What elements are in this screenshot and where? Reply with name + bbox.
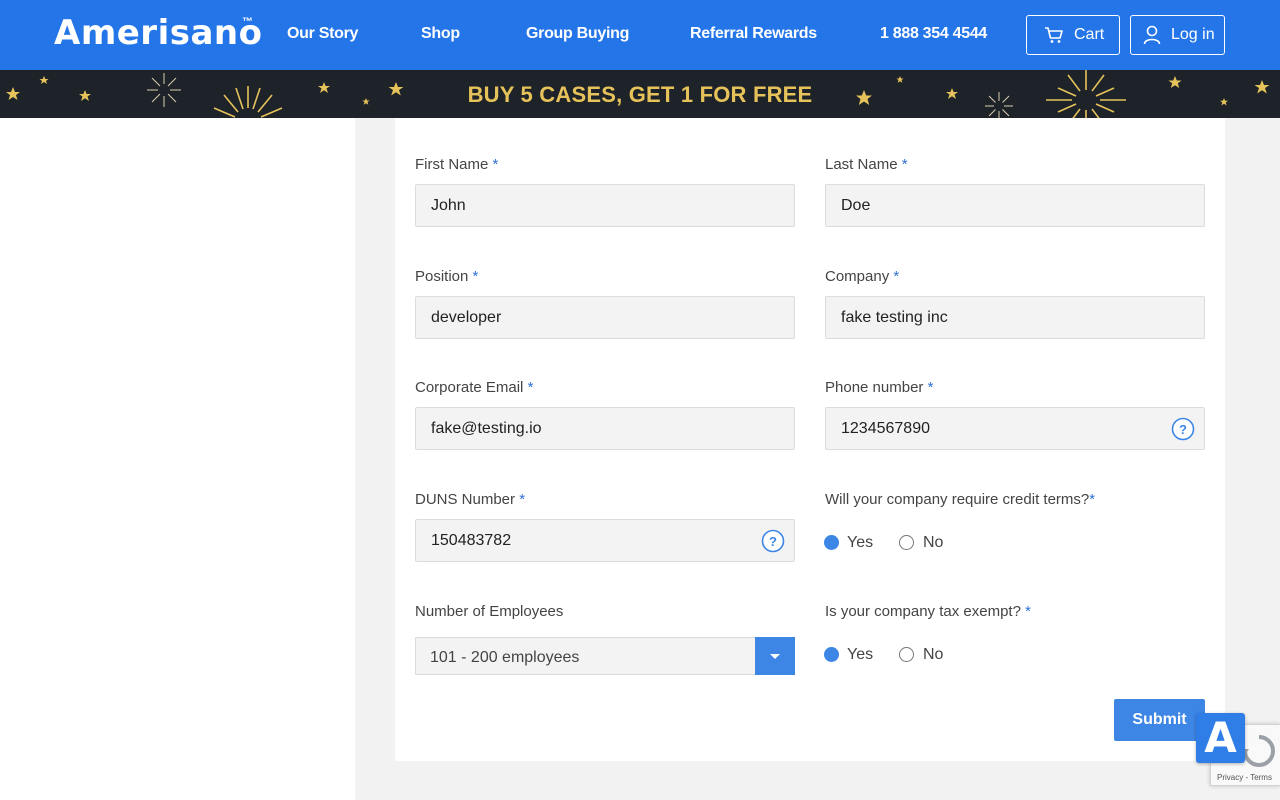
cart-button[interactable]: Cart [1026, 15, 1120, 55]
recaptcha-icon [1241, 735, 1275, 767]
tax-exempt-label: Is your company tax exempt? * [825, 603, 1031, 620]
duns-label: DUNS Number * [415, 491, 526, 508]
nav-our-story[interactable]: Our Story [287, 25, 358, 43]
company-label: Company * [825, 268, 900, 285]
position-label: Position * [415, 268, 479, 285]
employees-select[interactable]: 101 - 200 employees [415, 637, 795, 675]
employees-label: Number of Employees [415, 603, 564, 620]
user-icon [1143, 25, 1161, 45]
first-name-input[interactable] [415, 184, 795, 227]
promo-text: BUY 5 CASES, GET 1 FOR FREE [467, 82, 813, 107]
credit-terms-no-radio[interactable] [899, 535, 914, 550]
cart-label: Cart [1074, 26, 1105, 43]
logo-trademark: ™ [242, 16, 253, 28]
position-input[interactable] [415, 296, 795, 339]
recaptcha-privacy-terms[interactable]: Privacy - Terms [1217, 773, 1272, 782]
email-input[interactable] [415, 407, 795, 450]
email-label: Corporate Email * [415, 379, 534, 396]
svg-text:?: ? [1179, 422, 1187, 437]
credit-terms-yes-label[interactable]: Yes [847, 534, 873, 552]
credit-terms-no-label[interactable]: No [923, 534, 943, 552]
login-label: Log in [1171, 26, 1215, 43]
nav-shop[interactable]: Shop [421, 25, 460, 43]
site-logo[interactable]: Amerisano [54, 13, 262, 53]
first-name-label: First Name * [415, 156, 499, 173]
login-button[interactable]: Log in [1130, 15, 1225, 55]
accessibility-widget-button[interactable]: A [1196, 713, 1245, 763]
tax-exempt-no-radio[interactable] [899, 647, 914, 662]
employees-selected-value: 101 - 200 employees [430, 649, 580, 666]
dropdown-toggle[interactable] [755, 637, 795, 675]
phone-input[interactable] [825, 407, 1205, 450]
phone-label: Phone number * [825, 379, 934, 396]
credit-terms-label: Will your company require credit terms?* [825, 491, 1096, 508]
site-header: Amerisano ™ Our Story Shop Group Buying … [0, 0, 1280, 70]
duns-help-icon[interactable]: ? [761, 529, 785, 553]
chevron-down-icon [770, 654, 780, 659]
nav-phone-number[interactable]: 1 888 354 4544 [880, 25, 987, 43]
nav-referral-rewards[interactable]: Referral Rewards [690, 25, 817, 43]
nav-group-buying[interactable]: Group Buying [526, 25, 629, 43]
last-name-input[interactable] [825, 184, 1205, 227]
cart-icon [1044, 26, 1064, 44]
company-input[interactable] [825, 296, 1205, 339]
tax-exempt-yes-label[interactable]: Yes [847, 646, 873, 664]
svg-text:?: ? [769, 534, 777, 549]
credit-terms-yes-radio[interactable] [824, 535, 839, 550]
submit-button[interactable]: Submit [1114, 699, 1205, 741]
duns-input[interactable] [415, 519, 795, 562]
tax-exempt-no-label[interactable]: No [923, 646, 943, 664]
promo-banner[interactable]: BUY 5 CASES, GET 1 FOR FREE [0, 70, 1280, 118]
tax-exempt-yes-radio[interactable] [824, 647, 839, 662]
last-name-label: Last Name * [825, 156, 908, 173]
phone-help-icon[interactable]: ? [1171, 417, 1195, 441]
